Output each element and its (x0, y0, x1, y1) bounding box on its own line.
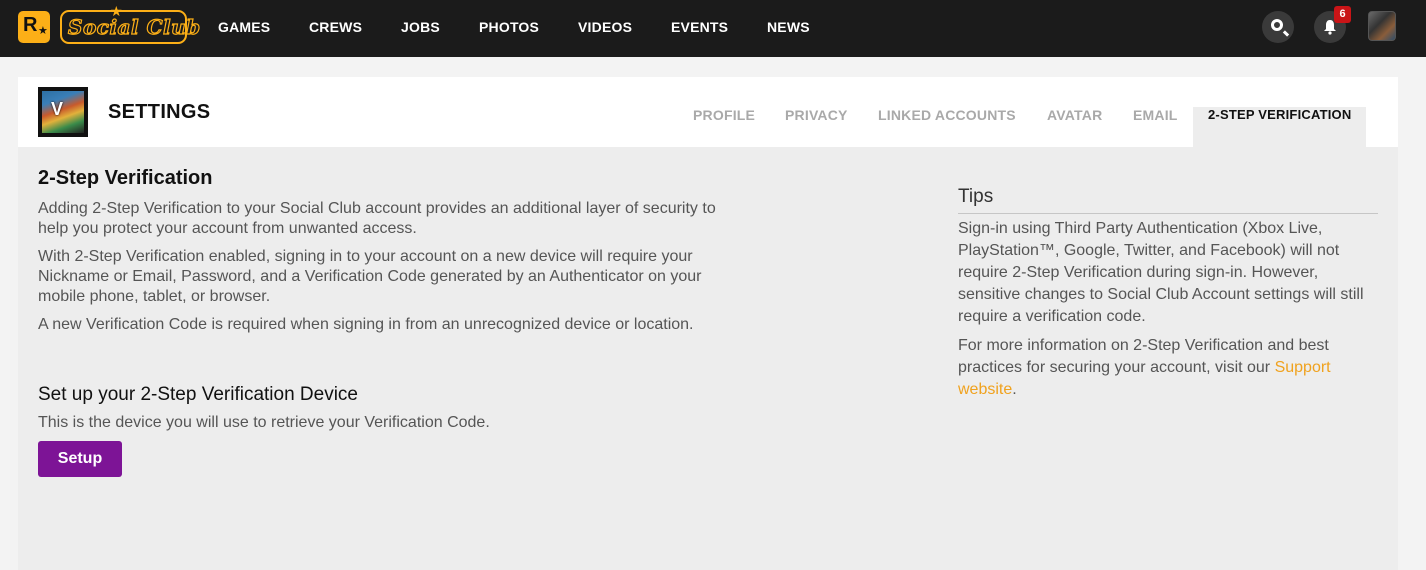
tips-support-suffix: . (1012, 381, 1017, 398)
nav-news[interactable]: NEWS (767, 19, 810, 35)
tab-privacy[interactable]: PRIVACY (785, 107, 848, 147)
nav-jobs[interactable]: JOBS (401, 19, 440, 35)
social-club-logo-text: Social Club (67, 14, 201, 39)
setup-heading: Set up your 2-Step Verification Device (38, 384, 359, 405)
tab-profile[interactable]: PROFILE (693, 107, 755, 147)
settings-panel: V SETTINGS PROFILE PRIVACY LINKED ACCOUN… (18, 77, 1398, 570)
intro-paragraph: Adding 2-Step Verification to your Socia… (38, 200, 716, 237)
rockstar-logo[interactable]: R ★ (18, 11, 50, 43)
nav-videos[interactable]: VIDEOS (578, 19, 632, 35)
search-icon (1271, 19, 1283, 31)
settings-tabs: PROFILE PRIVACY LINKED ACCOUNTS AVATAR E… (18, 107, 1398, 147)
rockstar-logo-letter: R (23, 14, 38, 36)
nav-events[interactable]: EVENTS (671, 19, 728, 35)
device-paragraph: With 2-Step Verification enabled, signin… (38, 248, 702, 305)
tab-2-step-verification[interactable]: 2-STEP VERIFICATION (1193, 107, 1367, 147)
social-club-logo[interactable]: Social Club ★ (60, 3, 201, 44)
tips-support-text: For more information on 2-Step Verificat… (958, 337, 1329, 376)
tips-heading: Tips (958, 186, 1378, 214)
nav-photos[interactable]: PHOTOS (479, 19, 539, 35)
tab-email[interactable]: EMAIL (1133, 107, 1178, 147)
nav-crews[interactable]: CREWS (309, 19, 362, 35)
code-paragraph: A new Verification Code is required when… (38, 316, 694, 333)
search-button[interactable] (1262, 11, 1294, 43)
tips-paragraph: Sign-in using Third Party Authentication… (958, 220, 1364, 325)
setup-description: This is the device you will use to retri… (38, 414, 490, 431)
top-bar: R ★ Social Club ★ GAMES CREWS JOBS PHOTO… (0, 0, 1426, 57)
tips-support-paragraph: For more information on 2-Step Verificat… (958, 335, 1378, 401)
settings-header: V SETTINGS PROFILE PRIVACY LINKED ACCOUN… (18, 77, 1398, 147)
setup-button[interactable]: Setup (38, 441, 122, 477)
section-heading: 2-Step Verification (38, 167, 213, 189)
tab-linked-accounts[interactable]: LINKED ACCOUNTS (878, 107, 1016, 147)
avatar[interactable] (1368, 11, 1396, 41)
nav-games[interactable]: GAMES (218, 19, 270, 35)
notification-count-badge: 6 (1334, 6, 1351, 23)
star-icon: ★ (38, 25, 48, 37)
tab-avatar[interactable]: AVATAR (1047, 107, 1102, 147)
star-icon: ★ (110, 3, 123, 19)
